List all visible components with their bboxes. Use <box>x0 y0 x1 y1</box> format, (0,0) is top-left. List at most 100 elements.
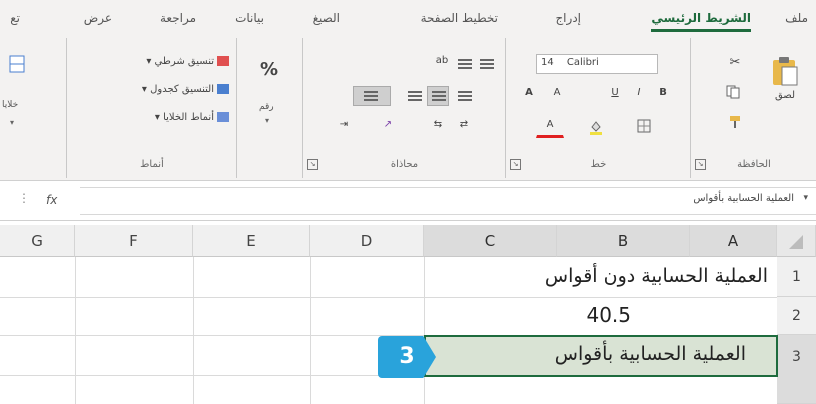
column-header-d[interactable]: D <box>310 225 424 257</box>
merge-center-icon <box>364 91 378 103</box>
tab-file[interactable]: ملف <box>785 11 808 25</box>
merge-cells-button[interactable]: ⇄ <box>453 118 475 138</box>
font-group-label: خط <box>590 159 607 170</box>
cell-styles-button[interactable]: أنماط الخلايا ▾ <box>155 112 229 123</box>
cut-button[interactable]: ✂ <box>721 54 749 72</box>
ribbon: لصق ✂ الحافظة ↘ 14 Calibri A A U I B A خ… <box>0 38 816 181</box>
align-top-button[interactable] <box>453 54 475 74</box>
tab-review[interactable]: مراجعة <box>160 11 196 25</box>
cells-dropdown-icon[interactable]: ▾ <box>10 118 14 127</box>
font-size-value: 14 <box>541 57 554 68</box>
grid-line <box>0 297 777 298</box>
align-top-icon <box>458 59 472 71</box>
tab-page-layout[interactable]: تخطيط الصفحة <box>421 11 498 25</box>
indent-button[interactable]: ⇥ <box>333 118 355 138</box>
column-header-a[interactable]: A <box>690 225 777 257</box>
fill-color-icon <box>590 121 602 135</box>
grow-font-button[interactable]: A <box>518 86 540 104</box>
font-name-combo[interactable]: 14 Calibri <box>536 54 658 74</box>
tab-formulas[interactable]: الصيغ <box>313 11 340 25</box>
alignment-group: ab ⇥ ↗ ⇆ ⇄ محاذاة ↘ <box>302 38 506 178</box>
cell-a1[interactable]: العملية الحسابية دون أقواس <box>545 265 768 287</box>
copy-icon <box>726 85 740 99</box>
bold-button[interactable]: B <box>654 86 672 104</box>
percent-style-button[interactable]: % <box>249 58 289 98</box>
row-header-3[interactable]: 3 <box>777 335 816 404</box>
name-box-dropdown-icon[interactable]: ▾ <box>803 193 808 203</box>
font-launcher-icon[interactable]: ↘ <box>510 159 521 170</box>
clipboard-group: لصق ✂ الحافظة ↘ <box>690 38 816 178</box>
alignment-launcher-icon[interactable]: ↘ <box>307 159 318 170</box>
format-painter-button[interactable] <box>721 114 749 132</box>
column-header-f[interactable]: F <box>75 225 193 257</box>
diagonal-text-icon: ↗ <box>383 119 393 130</box>
font-group: 14 Calibri A A U I B A خط ↘ <box>505 38 691 178</box>
conditional-format-button[interactable]: تنسيق شرطي ▾ <box>146 56 229 67</box>
orientation-button[interactable]: ↗ <box>373 118 403 138</box>
borders-button[interactable] <box>630 118 658 138</box>
name-box-value: العملية الحسابية بأقواس <box>693 193 794 204</box>
align-left-button[interactable] <box>453 86 475 106</box>
shrink-font-button[interactable]: A <box>546 86 568 104</box>
italic-button[interactable]: I <box>630 86 648 104</box>
cell-a3[interactable]: العملية الحسابية بأقواس <box>555 343 746 365</box>
borders-icon <box>637 119 651 133</box>
scissors-icon: ✂ <box>729 55 741 70</box>
align-middle-button[interactable] <box>475 54 497 74</box>
format-as-table-button[interactable]: التنسيق كجدول ▾ <box>142 84 229 95</box>
format-painter-icon <box>730 116 740 128</box>
cells-group: خلايا ▾ <box>0 38 66 178</box>
column-header-g[interactable]: G <box>0 225 75 257</box>
text-direction-button[interactable]: ab <box>431 54 453 74</box>
clipboard-launcher-icon[interactable]: ↘ <box>695 159 706 170</box>
orientation-icon: ab <box>435 55 449 66</box>
align-right-button[interactable] <box>403 86 425 106</box>
grid-line <box>75 257 76 404</box>
tab-partial[interactable]: تع <box>10 11 20 25</box>
wrap-text-icon: ⇆ <box>433 119 443 130</box>
copy-button[interactable] <box>717 84 749 102</box>
row-header-1[interactable]: 1 <box>777 257 816 297</box>
column-header-c[interactable]: C <box>424 225 557 257</box>
styles-group-label: أنماط <box>140 159 164 170</box>
merge-center-button[interactable] <box>353 86 391 106</box>
name-box[interactable]: ▾ العملية الحسابية بأقواس <box>80 187 816 215</box>
number-group-label: رقم <box>259 102 274 112</box>
column-header-e[interactable]: E <box>193 225 310 257</box>
cell-styles-label: أنماط الخلايا <box>163 112 214 123</box>
tab-data[interactable]: بيانات <box>235 11 264 25</box>
paste-icon <box>773 57 798 86</box>
ribbon-tabs: ملف الشريط الرئيسي إدراج تخطيط الصفحة ال… <box>0 0 816 38</box>
tab-view[interactable]: عرض <box>84 11 112 25</box>
insert-cells-icon <box>9 55 25 73</box>
worksheet-grid: A B C D E F G 1 2 3 العملية الحسابية دون… <box>0 225 816 404</box>
align-center-button[interactable] <box>427 86 449 106</box>
align-right-icon <box>408 91 422 103</box>
insert-cells-button[interactable] <box>4 54 30 90</box>
column-header-b[interactable]: B <box>557 225 690 257</box>
table-icon <box>217 84 229 94</box>
row-header-2[interactable]: 2 <box>777 297 816 335</box>
cell-a2[interactable]: 40.5 <box>586 303 631 327</box>
wrap-text-button[interactable]: ⇆ <box>427 118 449 138</box>
number-group: % رقم ▾ <box>236 38 303 178</box>
grid-line <box>424 257 425 404</box>
select-all-icon <box>789 235 803 249</box>
tab-home[interactable]: الشريط الرئيسي <box>651 11 751 32</box>
select-all-button[interactable] <box>777 225 816 257</box>
formula-bar: ▾ العملية الحسابية بأقواس fx ⋮ <box>0 181 816 221</box>
formula-bar-divider: ⋮ <box>18 191 30 205</box>
fx-icon[interactable]: fx <box>46 193 57 207</box>
font-name-value: Calibri <box>566 57 599 68</box>
number-dropdown-icon[interactable]: ▾ <box>265 116 269 125</box>
tab-insert[interactable]: إدراج <box>555 11 581 25</box>
conditional-format-label: تنسيق شرطي <box>154 56 214 67</box>
conditional-format-icon <box>217 56 229 66</box>
fill-color-button[interactable] <box>582 118 610 138</box>
underline-button[interactable]: U <box>606 86 624 104</box>
clipboard-group-label: الحافظة <box>737 159 771 170</box>
excel-window: ملف الشريط الرئيسي إدراج تخطيط الصفحة ال… <box>0 0 816 404</box>
paste-button[interactable]: لصق <box>765 54 805 116</box>
paste-label: لصق <box>774 90 796 101</box>
font-color-button[interactable]: A <box>536 118 564 138</box>
